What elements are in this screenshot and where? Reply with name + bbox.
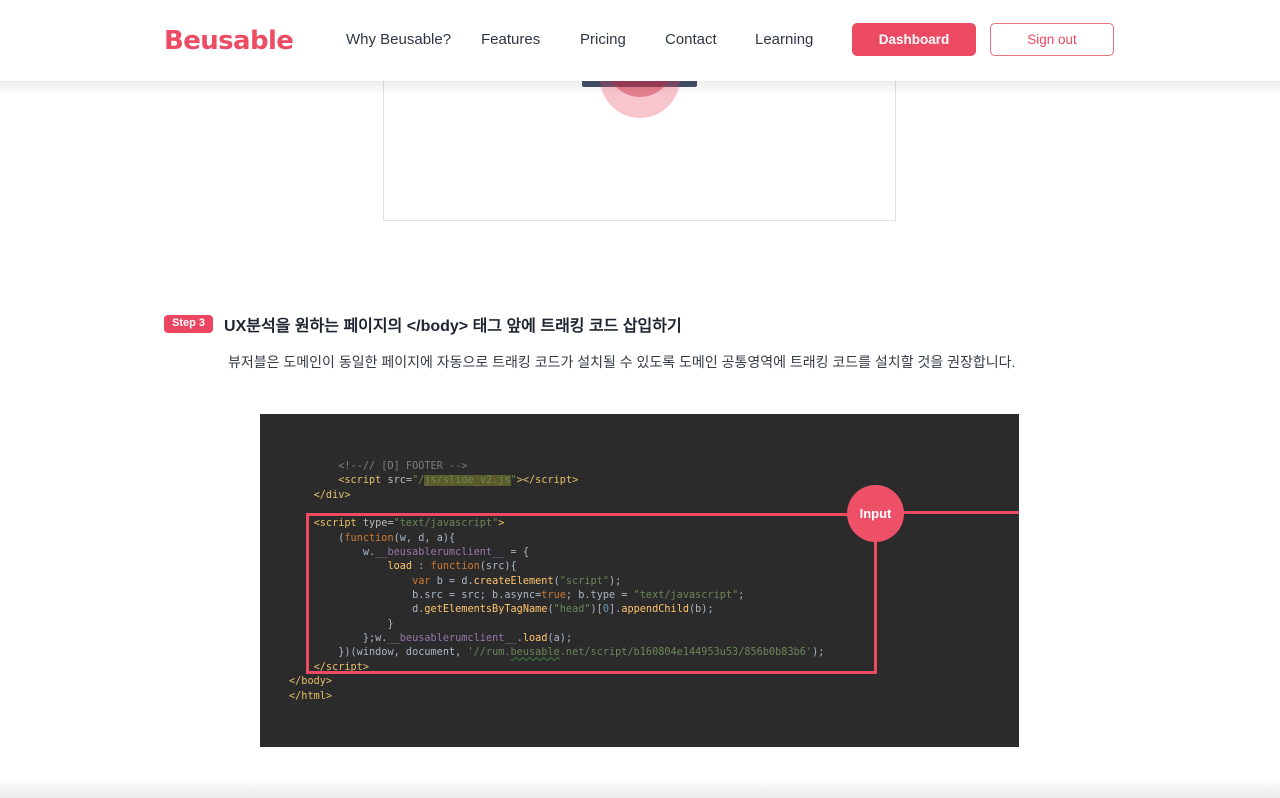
code-screenshot: <!--// [D] FOOTER --> <script src="/js/s… (260, 414, 1019, 747)
code-listing: <!--// [D] FOOTER --> <script src="/js/s… (289, 461, 825, 702)
nav-link-learning[interactable]: Learning (755, 31, 813, 48)
step-3-heading: Step 3 UX분석을 원하는 페이지의 </body> 태그 앞에 트래킹 … (164, 312, 682, 336)
page-body: Click Step 3 UX분석을 원하는 페이지의 </body> 태그 앞… (0, 81, 1280, 798)
sign-out-button[interactable]: Sign out (990, 23, 1114, 56)
nav-link-features[interactable]: Features (481, 31, 540, 48)
brand-logo[interactable]: Beusable (164, 26, 294, 56)
dashboard-button[interactable]: Dashboard (852, 23, 976, 56)
step-3-description: 뷰저블은 도메인이 동일한 페이지에 자동으로 트래킹 코드가 설치될 수 있도… (228, 354, 1016, 370)
nav-link-why-beusable[interactable]: Why Beusable? (346, 31, 451, 48)
input-annotation-bubble: Input (847, 485, 904, 542)
nav-link-contact[interactable]: Contact (665, 31, 717, 48)
step-3-title: UX분석을 원하는 페이지의 </body> 태그 앞에 트래킹 코드 삽입하기 (224, 318, 682, 335)
previous-step-card: Click (383, 81, 896, 221)
nav-link-pricing[interactable]: Pricing (580, 31, 626, 48)
site-header: Beusable Why Beusable? Features Pricing … (0, 0, 1280, 81)
page-bottom-band (0, 779, 1280, 798)
step-3-badge: Step 3 (164, 315, 214, 333)
click-button-label: Click (582, 81, 697, 85)
header-actions: Dashboard Sign out (852, 23, 1114, 56)
